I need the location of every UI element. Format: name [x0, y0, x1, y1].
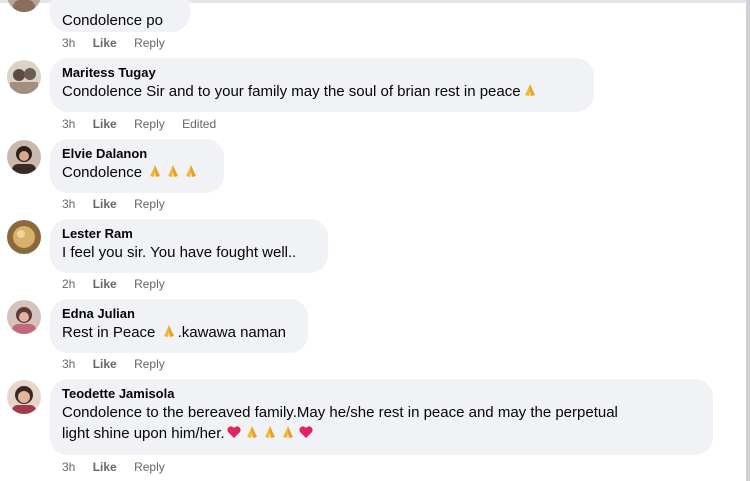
comment-bubble: Maritess Tugay Condolence Sir and to you… [50, 58, 594, 112]
edited-label[interactable]: Edited [182, 117, 216, 131]
like-button[interactable]: Like [93, 277, 117, 291]
reply-button[interactable]: Reply [134, 460, 165, 474]
comment-actions: 3h Like Reply Edited [62, 116, 230, 132]
comment-text-after: .kawawa naman [177, 324, 286, 341]
folded-hands-emoji-icon [264, 426, 275, 438]
comment-bubble: Edna Julian Rest in Peace .kawawa naman [50, 299, 308, 353]
comment-actions: 2h Like Reply [62, 276, 179, 292]
like-button[interactable]: Like [93, 197, 117, 211]
comment-text-body: light shine upon him/her. [62, 425, 225, 442]
timestamp[interactable]: 3h [62, 357, 75, 371]
comment-bubble: Elvie Dalanon Condolence [50, 139, 224, 193]
avatar[interactable] [7, 140, 41, 174]
reply-button[interactable]: Reply [134, 357, 165, 371]
avatar[interactable] [7, 380, 41, 414]
comment-actions: 3h Like Reply [62, 35, 179, 51]
comment-bubble: Lester Ram I feel you sir. You have foug… [50, 219, 328, 273]
comment-actions: 3h Like Reply [62, 459, 179, 475]
comment-bubble: Teodette Jamisola Condolence to the bere… [50, 379, 713, 455]
reply-button[interactable]: Reply [134, 277, 165, 291]
like-button[interactable]: Like [93, 117, 117, 131]
timestamp[interactable]: 3h [62, 197, 75, 211]
comment-actions: 3h Like Reply [62, 196, 179, 212]
timestamp[interactable]: 3h [62, 117, 75, 131]
reply-button[interactable]: Reply [134, 117, 165, 131]
commenter-name[interactable]: Maritess Tugay [62, 65, 582, 81]
comment-actions: 3h Like Reply [62, 356, 179, 372]
avatar[interactable] [7, 0, 41, 12]
commenter-name[interactable]: Lester Ram [62, 226, 316, 242]
folded-hands-emoji-icon [186, 165, 197, 177]
like-button[interactable]: Like [93, 357, 117, 371]
red-heart-emoji-icon [299, 426, 313, 438]
red-heart-emoji-icon [227, 426, 241, 438]
comment-text: Condolence Sir and to your family may th… [62, 81, 582, 102]
timestamp[interactable]: 3h [62, 36, 75, 50]
reply-button[interactable]: Reply [134, 197, 165, 211]
comment-text: Condolence to the bereaved family.May he… [62, 404, 618, 421]
folded-hands-emoji-icon [246, 426, 257, 438]
folded-hands-emoji-icon [150, 165, 161, 177]
commenter-name[interactable]: Teodette Jamisola [62, 386, 701, 402]
comment-text: Rest in Peace .kawawa naman [62, 322, 296, 343]
folded-hands-emoji-icon [163, 325, 174, 337]
avatar[interactable] [7, 220, 41, 254]
timestamp[interactable]: 2h [62, 277, 75, 291]
scrollbar-track[interactable] [746, 0, 750, 481]
reply-button[interactable]: Reply [134, 36, 165, 50]
timestamp[interactable]: 3h [62, 460, 75, 474]
avatar[interactable] [7, 60, 41, 94]
comment-text-body: Condolence [62, 164, 147, 181]
comment-text-before: Rest in Peace [62, 324, 160, 341]
comment-bubble: Condolence po [50, 0, 190, 32]
like-button[interactable]: Like [93, 36, 117, 50]
folded-hands-emoji-icon [168, 165, 179, 177]
comment-text: I feel you sir. You have fought well.. [62, 244, 297, 261]
comment-text-body: Condolence Sir and to your family may th… [62, 83, 521, 100]
comment-text: Condolence po [62, 12, 163, 29]
folded-hands-emoji-icon [524, 84, 535, 96]
comment-text-line2: light shine upon him/her. [62, 423, 701, 444]
avatar[interactable] [7, 300, 41, 334]
folded-hands-emoji-icon [282, 426, 293, 438]
like-button[interactable]: Like [93, 460, 117, 474]
comment-text: Condolence [62, 162, 212, 183]
commenter-name[interactable]: Edna Julian [62, 306, 296, 322]
commenter-name[interactable]: Elvie Dalanon [62, 146, 212, 162]
